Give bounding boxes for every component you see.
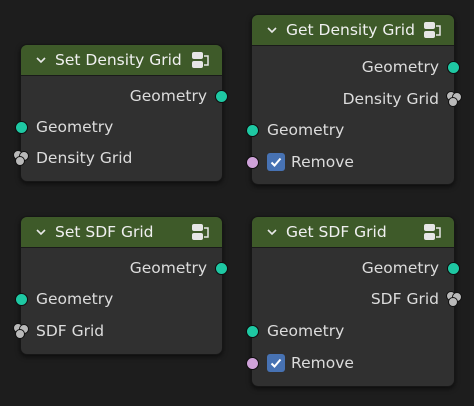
node-title: Get SDF Grid (286, 223, 387, 241)
check-icon (270, 157, 282, 167)
chevron-down-icon[interactable] (35, 54, 47, 66)
geometry-socket[interactable] (15, 292, 28, 306)
output-sdf-grid: SDF Grid (252, 287, 462, 311)
chevron-down-icon[interactable] (266, 226, 278, 238)
output-geometry: Geometry (252, 55, 460, 79)
geometry-socket[interactable] (215, 261, 228, 275)
socket-label: Geometry (36, 290, 114, 308)
node-title: Get Density Grid (286, 21, 415, 39)
remove-checkbox[interactable] (267, 153, 285, 171)
geometry-socket[interactable] (447, 261, 460, 275)
node-title: Set SDF Grid (55, 223, 154, 241)
grid-socket-icon[interactable] (12, 322, 30, 340)
socket-label: Density Grid (342, 90, 439, 108)
node-header[interactable]: Get Density Grid (252, 15, 454, 46)
remove-checkbox[interactable] (267, 354, 285, 372)
socket-label: Geometry (129, 87, 207, 105)
node-header[interactable]: Set Density Grid (21, 45, 222, 76)
node-group-icon (190, 222, 212, 242)
chevron-down-icon[interactable] (266, 24, 278, 36)
node-get-sdf-grid[interactable]: Get SDF Grid Geometry SDF Grid Geometry (246, 216, 462, 387)
geometry-socket[interactable] (246, 123, 259, 137)
output-density-grid: Density Grid (252, 87, 462, 111)
input-remove: Remove (246, 351, 454, 375)
input-geometry: Geometry (15, 287, 222, 311)
input-sdf-grid: SDF Grid (13, 319, 222, 343)
socket-label: Geometry (361, 259, 439, 277)
remove-label: Remove (291, 354, 354, 372)
node-set-density-grid[interactable]: Set Density Grid Geometry Geometry Densi… (13, 44, 228, 182)
remove-label: Remove (291, 153, 354, 171)
input-density-grid: Density Grid (13, 146, 222, 170)
check-icon (270, 358, 282, 368)
node-group-icon (190, 50, 212, 70)
node-get-density-grid[interactable]: Get Density Grid Geometry Density Grid G… (246, 14, 462, 185)
socket-label: Geometry (36, 118, 114, 136)
grid-socket-icon[interactable] (445, 290, 463, 308)
socket-label: SDF Grid (36, 322, 105, 340)
node-set-sdf-grid[interactable]: Set SDF Grid Geometry Geometry SDF Grid (13, 216, 228, 355)
input-geometry: Geometry (246, 319, 454, 343)
geometry-socket[interactable] (246, 324, 259, 338)
geometry-socket[interactable] (447, 60, 460, 74)
geometry-socket[interactable] (215, 89, 228, 103)
chevron-down-icon[interactable] (35, 226, 47, 238)
grid-socket-icon[interactable] (445, 90, 463, 108)
node-title: Set Density Grid (55, 51, 182, 69)
grid-socket-icon[interactable] (12, 149, 30, 167)
node-group-icon (422, 20, 444, 40)
geometry-socket[interactable] (15, 120, 28, 134)
socket-label: Geometry (361, 58, 439, 76)
socket-label: Geometry (267, 322, 345, 340)
node-group-icon (422, 222, 444, 242)
socket-label: Geometry (267, 121, 345, 139)
output-geometry: Geometry (252, 256, 460, 280)
boolean-socket[interactable] (246, 356, 259, 370)
node-header[interactable]: Set SDF Grid (21, 217, 222, 248)
socket-label: SDF Grid (370, 290, 439, 308)
output-geometry: Geometry (21, 84, 228, 108)
input-geometry: Geometry (15, 115, 222, 139)
node-header[interactable]: Get SDF Grid (252, 217, 454, 248)
boolean-socket[interactable] (246, 155, 259, 169)
input-geometry: Geometry (246, 118, 454, 142)
socket-label: Geometry (129, 259, 207, 277)
socket-label: Density Grid (36, 149, 133, 167)
output-geometry: Geometry (21, 256, 228, 280)
input-remove: Remove (246, 150, 454, 174)
